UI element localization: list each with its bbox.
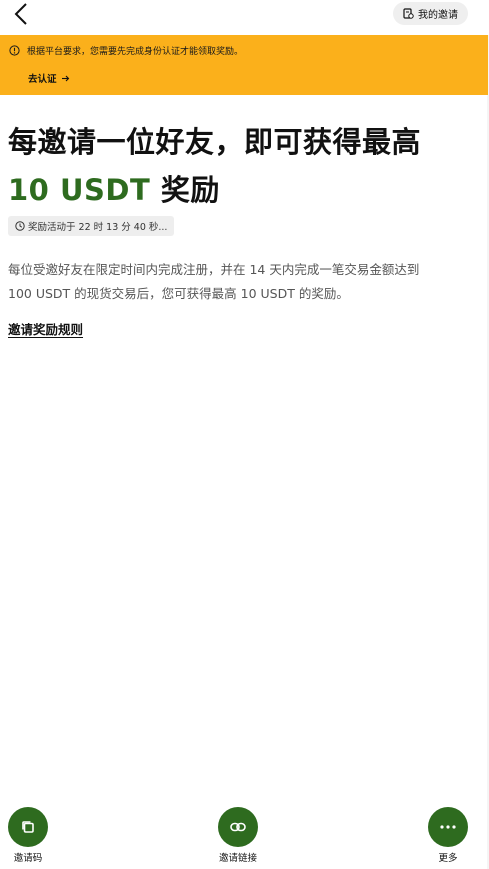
description-line-2: 100 USDT 的现货交易后，您可获得最高 10 USDT 的奖励。 [8,286,349,301]
invite-link-label: 邀请链接 [218,853,257,864]
document-icon [403,8,414,19]
banner-message-row: 根据平台要求，您需要先完成身份认证才能领取奖励。 [9,44,243,57]
invite-code-button[interactable]: 邀请码 [0,807,68,864]
more-label: 更多 [438,853,458,864]
more-circle [428,807,468,847]
my-invites-label: 我的邀请 [418,10,458,21]
title-line-1: 每邀请一位好友，即可获得最高 [8,125,422,159]
verify-link[interactable]: 去认证 [28,71,70,85]
link-icon [230,822,246,832]
invite-link-button[interactable]: 邀请链接 [198,807,278,864]
verification-banner: 根据平台要求，您需要先完成身份认证才能领取奖励。 去认证 [0,35,488,95]
countdown-badge: 奖励活动于 22 时 13 分 40 秒... [8,216,175,236]
reward-amount: 10 USDT [8,173,151,207]
copy-icon [22,821,34,833]
alert-circle-icon [9,45,20,56]
page-title: 每邀请一位好友，即可获得最高 10 USDT 奖励 [8,118,478,214]
invite-link-circle [218,807,258,847]
arrow-right-icon [61,75,69,81]
invite-rules-link[interactable]: 邀请奖励规则 [8,319,83,338]
back-button[interactable] [8,1,34,27]
title-suffix: 奖励 [160,173,220,207]
my-invites-button[interactable]: 我的邀请 [393,2,468,25]
back-arrow-icon [14,3,27,25]
more-button[interactable]: 更多 [408,807,488,864]
countdown-text: 奖励活动于 22 时 13 分 40 秒... [28,222,168,233]
more-icon [440,825,456,829]
clock-icon [15,221,25,231]
invite-code-label: 邀请码 [13,853,43,864]
verify-label: 去认证 [28,74,57,85]
invite-code-circle [8,807,48,847]
banner-message: 根据平台要求，您需要先完成身份认证才能领取奖励。 [27,47,244,57]
top-bar: 我的邀请 [0,0,489,35]
description-line-1: 每位受邀好友在限定时间内完成注册，并在 14 天内完成一笔交易金额达到 [8,262,420,277]
reward-description: 每位受邀好友在限定时间内完成注册，并在 14 天内完成一笔交易金额达到 100 … [8,258,458,306]
title-line-2: 10 USDT 奖励 [8,166,478,214]
